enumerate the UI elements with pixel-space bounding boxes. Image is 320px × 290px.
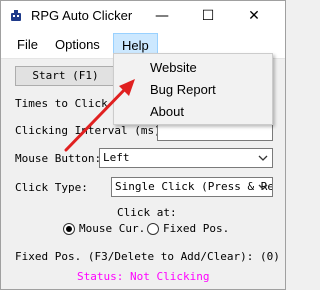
help-dropdown: Website Bug Report About: [113, 53, 273, 125]
chevron-down-icon: [258, 184, 268, 190]
fixed-position-radio[interactable]: [147, 223, 159, 235]
menu-item-website[interactable]: Website: [114, 57, 272, 79]
title-bar[interactable]: RPG Auto Clicker — ☐ ✕: [1, 1, 285, 31]
close-button[interactable]: ✕: [231, 1, 277, 31]
status-text: Status: Not Clicking: [77, 270, 210, 283]
mouse-button-label: Mouse Button:: [15, 152, 102, 165]
fixed-position-radio-label[interactable]: Fixed Pos.: [163, 222, 229, 235]
mouse-button-select[interactable]: Left: [99, 148, 273, 168]
mouse-button-value: Left: [103, 151, 130, 164]
click-type-label: Click Type:: [15, 181, 88, 194]
app-icon: [11, 10, 21, 21]
menu-item-about[interactable]: About: [114, 101, 272, 123]
mouse-cursor-radio[interactable]: [63, 223, 75, 235]
minimize-button[interactable]: —: [139, 1, 185, 31]
fixed-positions-count: Fixed Pos. (F3/Delete to Add/Clear): (0): [15, 250, 280, 263]
menu-file[interactable]: File: [9, 31, 46, 59]
click-type-select[interactable]: Single Click (Press & Releas: [111, 177, 273, 197]
maximize-button[interactable]: ☐: [185, 1, 231, 31]
click-at-label: Click at:: [117, 206, 177, 219]
clicking-interval-label: Clicking Interval (ms):: [15, 124, 168, 137]
menu-options[interactable]: Options: [47, 31, 108, 59]
mouse-cursor-radio-label[interactable]: Mouse Cur.: [79, 222, 145, 235]
times-to-click-label: Times to Click (: [15, 97, 121, 110]
window-title: RPG Auto Clicker: [31, 8, 133, 23]
click-type-value: Single Click (Press & Releas: [115, 180, 272, 193]
app-window: RPG Auto Clicker — ☐ ✕ File Options Help…: [0, 0, 286, 290]
start-button[interactable]: Start (F1): [15, 66, 116, 86]
chevron-down-icon: [258, 155, 268, 161]
menu-item-bug-report[interactable]: Bug Report: [114, 79, 272, 101]
